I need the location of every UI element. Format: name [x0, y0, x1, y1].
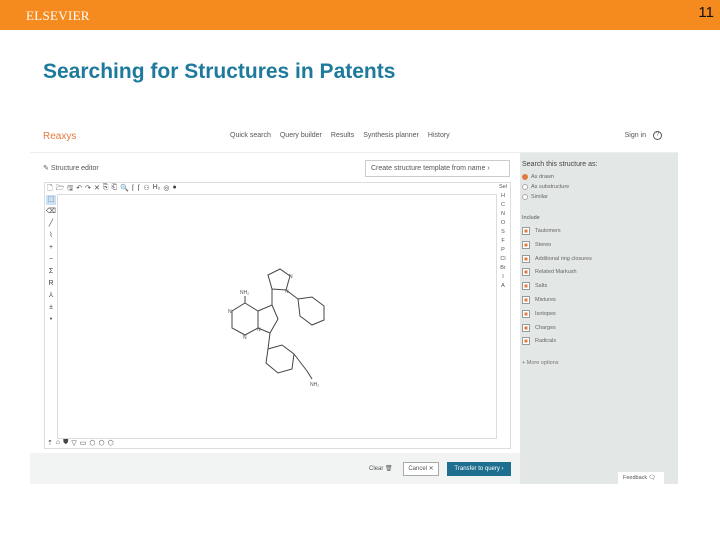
checkbox-icon[interactable]: [522, 268, 530, 277]
nav-query-builder[interactable]: Query builder: [280, 132, 322, 139]
atom-nh2-top: NH₂: [240, 290, 249, 296]
atom-button[interactable]: P: [501, 247, 505, 253]
nav-history[interactable]: History: [428, 132, 450, 139]
atom-nh2-bottom: NH₂: [310, 382, 319, 388]
atom-button[interactable]: A: [501, 283, 505, 289]
include-checkbox[interactable]: Salts: [522, 282, 547, 291]
include-checkbox[interactable]: Additional ring closures: [522, 254, 592, 263]
atom-button[interactable]: F: [501, 238, 504, 244]
atom-n: N: [228, 309, 232, 315]
toolbar-tool-button[interactable]: 🗋: [47, 184, 53, 195]
editor-footer: Clear 🗑 Cancel ✕ Transfer to query ›: [30, 453, 520, 484]
feedback-button[interactable]: Feedback 🗨: [618, 472, 664, 484]
atom-button[interactable]: Sel: [499, 184, 507, 190]
template-button[interactable]: ⌂: [56, 439, 60, 447]
template-button[interactable]: ▭: [80, 439, 87, 447]
transfer-to-query-button[interactable]: Transfer to query ›: [447, 462, 511, 476]
checkbox-icon[interactable]: [522, 337, 530, 346]
template-button[interactable]: ⇡: [47, 439, 53, 447]
main-nav: Quick search Query builder Results Synth…: [230, 132, 450, 139]
reaxys-logo[interactable]: Reaxys: [43, 131, 76, 142]
molecule-drawing: NH₂ N N N N N NH₂: [228, 268, 325, 388]
toolbar-tool-button[interactable]: ⌫: [46, 207, 56, 217]
toolbar-tool-button[interactable]: ⌇: [46, 231, 56, 241]
nav-quick-search[interactable]: Quick search: [230, 132, 271, 139]
radio-similar[interactable]: Similar: [522, 194, 548, 200]
atom-button[interactable]: I: [502, 274, 504, 280]
header-bar: ELSEVIER 11: [0, 0, 720, 30]
atom-button[interactable]: Cl: [500, 256, 505, 262]
help-icon[interactable]: ?: [653, 131, 662, 140]
include-checkbox[interactable]: Related Markush: [522, 268, 577, 277]
atom-n: N: [285, 289, 289, 295]
atom-button[interactable]: H: [501, 193, 505, 199]
search-as-title: Search this structure as:: [522, 161, 598, 168]
atom-button[interactable]: N: [501, 211, 505, 217]
atom-n: N: [289, 274, 293, 280]
checkbox-icon[interactable]: [522, 296, 530, 304]
checkbox-icon[interactable]: [522, 282, 530, 291]
drawing-canvas[interactable]: NH₂ N N N N N NH₂: [57, 194, 497, 439]
atom-button[interactable]: S: [501, 229, 505, 235]
template-button[interactable]: ⛊: [63, 439, 68, 447]
elsevier-logo: ELSEVIER: [26, 8, 90, 23]
nav-results[interactable]: Results: [331, 132, 354, 139]
include-checkbox[interactable]: Mixtures: [522, 296, 556, 304]
template-button[interactable]: ⬡: [89, 439, 95, 447]
checkbox-icon[interactable]: [522, 227, 530, 235]
pencil-icon: ✎: [43, 165, 51, 172]
toolbar-tool-button[interactable]: R: [46, 279, 56, 289]
toolbar-tool-button[interactable]: +: [46, 243, 56, 253]
checkbox-icon[interactable]: [522, 254, 530, 263]
checkbox-icon[interactable]: [522, 323, 530, 332]
toolbar-tool-button[interactable]: Σ: [46, 267, 56, 277]
clear-button[interactable]: Clear 🗑: [369, 465, 393, 472]
toolbar-tool-button[interactable]: ±: [46, 303, 56, 313]
bottom-toolbar: ⇡ ⌂ ⛊ ▽ ▭ ⬡ ⬡ ⬡: [47, 439, 114, 447]
atom-n: N: [257, 327, 261, 333]
include-checkbox[interactable]: Isotopes: [522, 309, 556, 318]
checkbox-icon[interactable]: [522, 240, 530, 249]
more-options-link[interactable]: + More options: [522, 360, 559, 366]
structure-editor-label: ✎ Structure editor: [43, 165, 99, 172]
radio-as-substructure[interactable]: As substructure: [522, 184, 569, 190]
structure-editor: 🗋 🗁 🖫 ↶ ↷ ✕ ⎘ ⎗ 🔍 ⌈ ⌈ ⚇ H₂ ◎ ● ⬚ ⌫ ╱ ⌇ + − Σ R ⅄ ± • Sel H C N O S F P C…: [44, 182, 511, 449]
nav-synthesis-planner[interactable]: Synthesis planner: [363, 132, 419, 139]
atom-button[interactable]: C: [501, 202, 505, 208]
atom-button[interactable]: Br: [500, 265, 506, 271]
toolbar-tool-button[interactable]: ⅄: [46, 291, 56, 301]
toolbar-tool-button[interactable]: −: [46, 255, 56, 265]
page-number: 11: [698, 4, 714, 21]
cancel-button[interactable]: Cancel ✕: [403, 462, 439, 476]
include-checkbox[interactable]: Tautomers: [522, 227, 561, 235]
checkbox-icon[interactable]: [522, 309, 530, 318]
toolbar-tool-button[interactable]: ╱: [46, 219, 56, 229]
left-toolbar: ⬚ ⌫ ╱ ⌇ + − Σ R ⅄ ± •: [46, 195, 56, 325]
atom-n: N: [243, 335, 247, 341]
toolbar-tool-button[interactable]: ⬚: [46, 195, 56, 205]
create-template-button[interactable]: Create structure template from name ›: [365, 160, 510, 177]
sign-in-link[interactable]: Sign in: [625, 132, 646, 139]
search-options-panel: Search this structure as: As drawn As su…: [520, 153, 678, 484]
include-checkbox[interactable]: Charges: [522, 323, 556, 332]
template-button[interactable]: ▽: [71, 439, 76, 447]
slide-title: Searching for Structures in Patents: [43, 60, 396, 83]
template-button[interactable]: ⬡: [108, 439, 114, 447]
atom-button[interactable]: O: [501, 220, 505, 226]
include-checkbox[interactable]: Radicals: [522, 337, 556, 346]
include-title: Include: [522, 215, 540, 221]
template-button[interactable]: ⬡: [99, 439, 105, 447]
atom-toolbar: Sel H C N O S F P Cl Br I A: [497, 184, 509, 289]
radio-as-drawn[interactable]: As drawn: [522, 174, 554, 180]
toolbar-tool-button[interactable]: •: [46, 315, 56, 325]
include-checkbox[interactable]: Stereo: [522, 240, 551, 249]
reaxys-app: Reaxys Quick search Query builder Result…: [30, 122, 678, 484]
